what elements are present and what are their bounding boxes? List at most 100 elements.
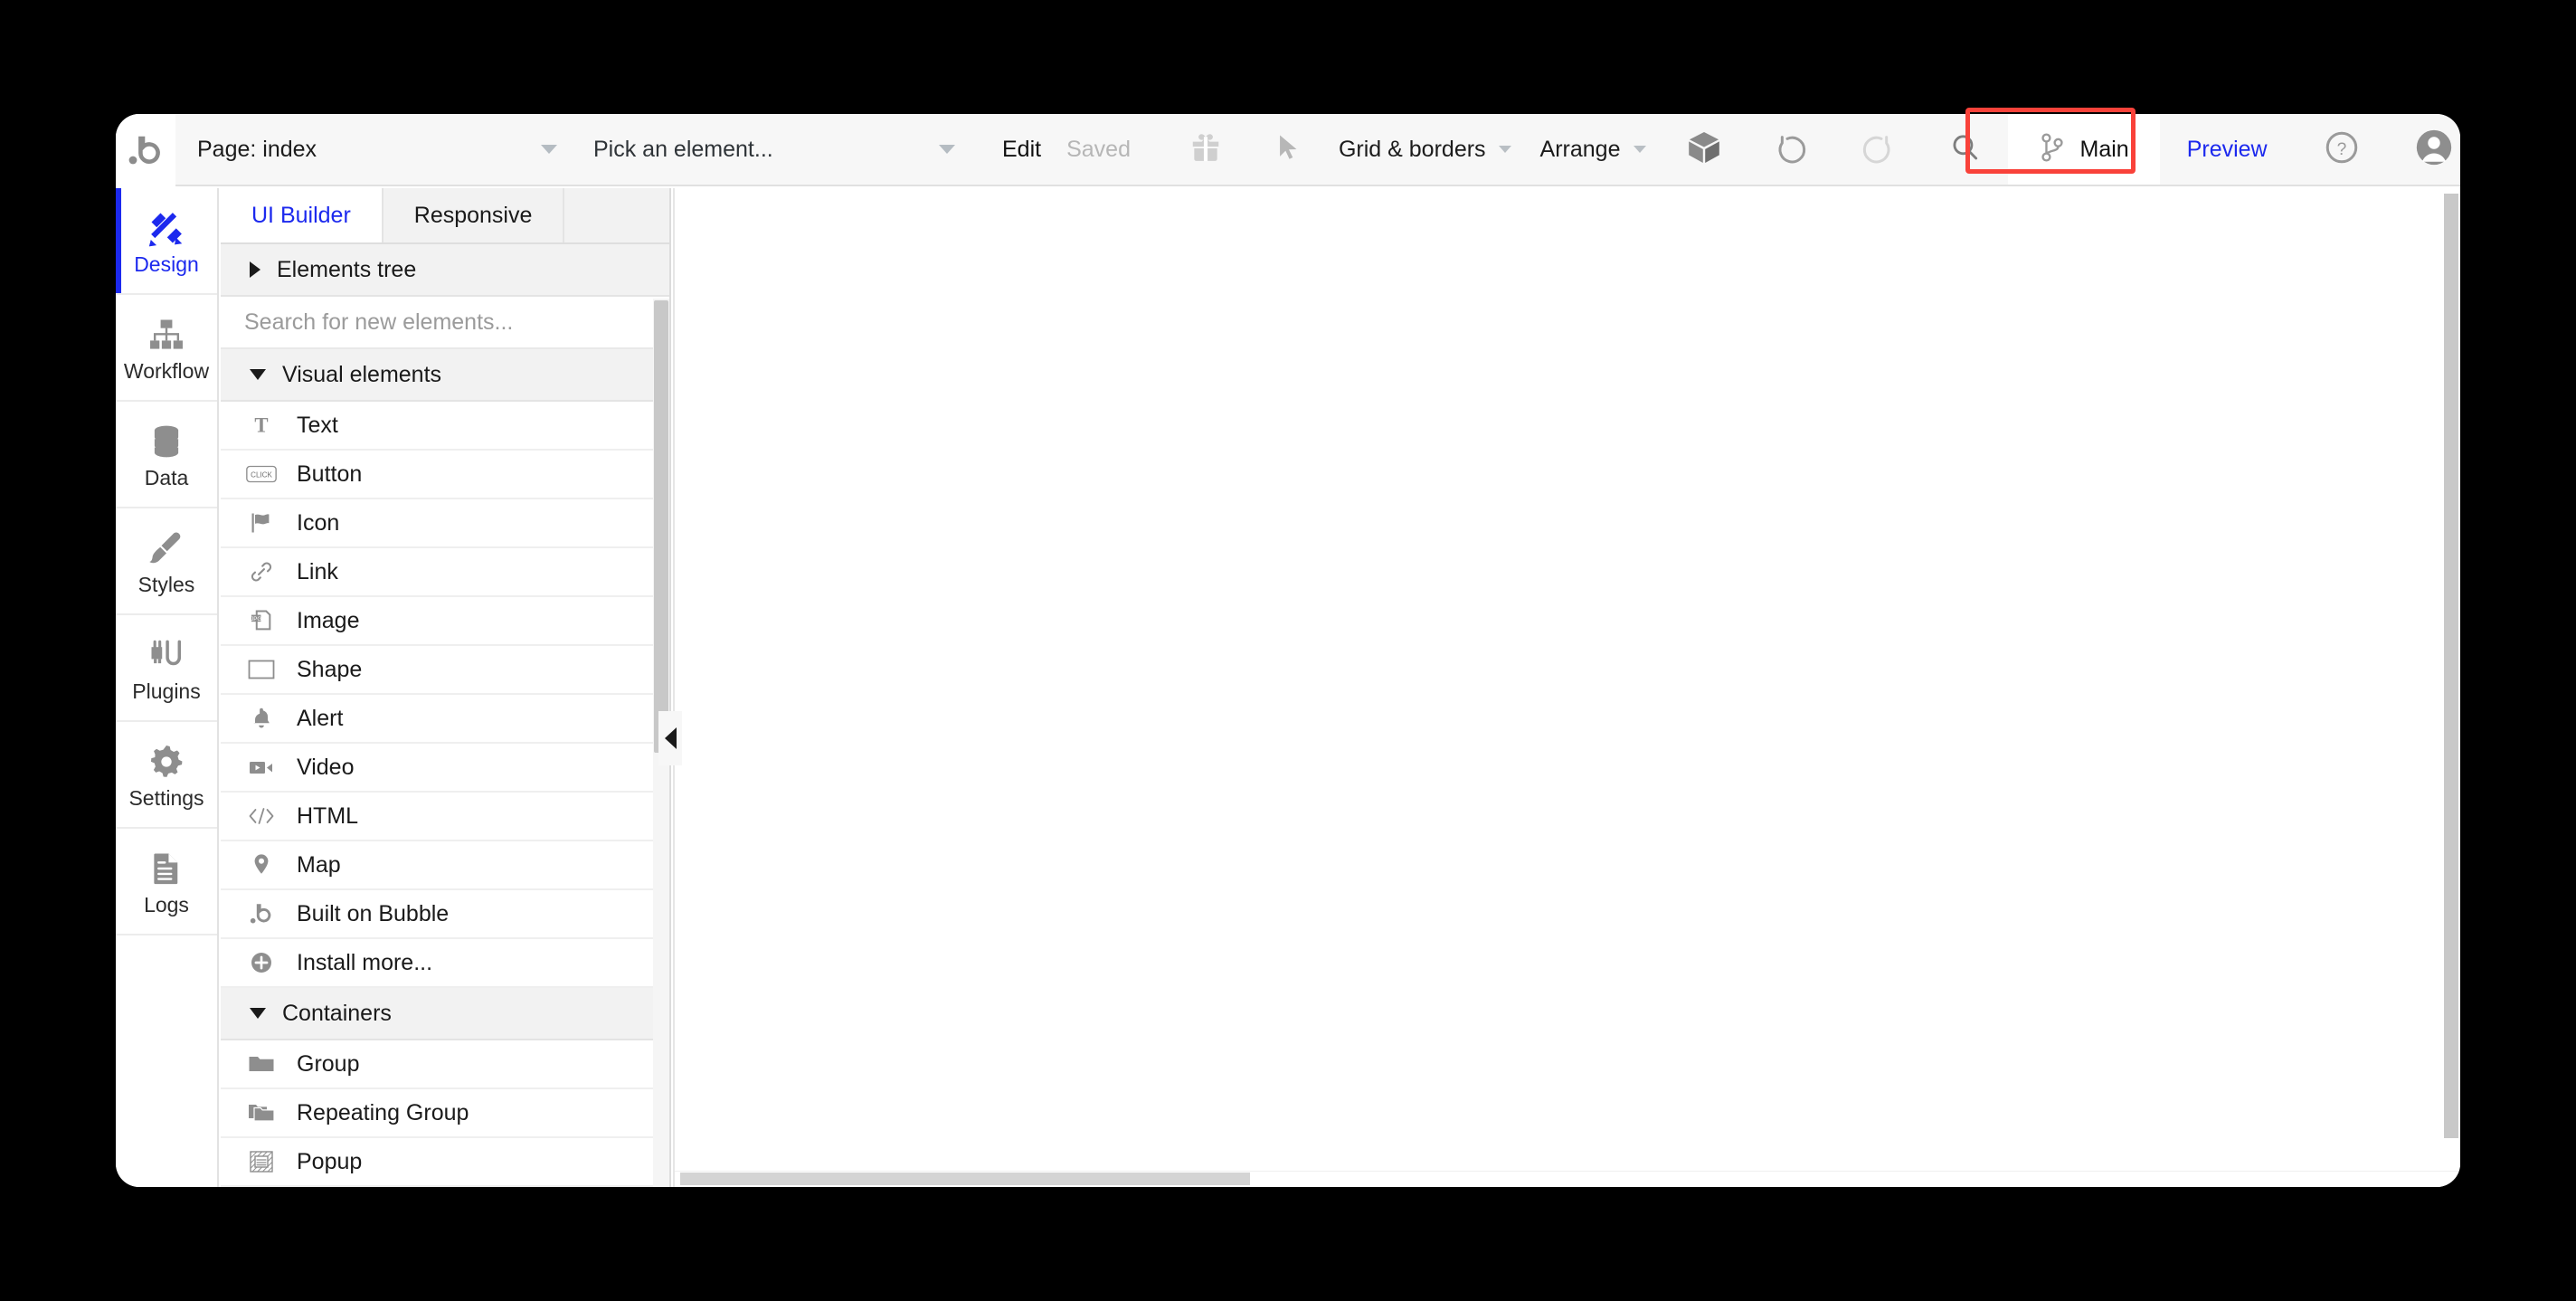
popup-hatched-icon <box>246 1146 277 1177</box>
map-pin-icon <box>246 850 277 880</box>
element-item-image[interactable]: JPG Image <box>221 597 669 646</box>
search-input[interactable] <box>244 309 646 336</box>
element-label: Map <box>297 851 341 878</box>
element-item-popup[interactable]: Popup <box>221 1138 669 1187</box>
element-item-map[interactable]: Map <box>221 841 669 890</box>
visual-elements-label: Visual elements <box>282 361 442 387</box>
image-jpg-icon: JPG <box>246 605 277 636</box>
plug-icon <box>147 634 186 676</box>
chevron-down-icon <box>1498 146 1511 153</box>
element-label: HTML <box>297 802 359 829</box>
video-camera-icon <box>246 752 277 783</box>
element-picker[interactable]: Pick an element... <box>573 114 971 185</box>
rail-item-design[interactable]: Design <box>116 188 217 295</box>
element-label: Install more... <box>297 949 433 975</box>
element-item-text[interactable]: T Text <box>221 402 669 451</box>
triangle-left-icon <box>664 727 677 749</box>
search-icon <box>1947 130 1982 169</box>
left-nav-rail: Design Workflow Data Styles Plugins Sett… <box>116 188 219 1187</box>
rail-item-styles[interactable]: Styles <box>116 508 217 615</box>
avatar[interactable] <box>2389 114 2460 185</box>
undo-icon <box>1773 129 1809 170</box>
rail-item-workflow[interactable]: Workflow <box>116 295 217 402</box>
canvas-page-surface[interactable] <box>675 188 2442 1171</box>
flag-icon <box>246 508 277 538</box>
canvas-vertical-scrollbar-thumb[interactable] <box>2444 194 2458 1138</box>
element-item-icon[interactable]: Icon <box>221 499 669 548</box>
element-label: Alert <box>297 705 344 731</box>
search-button[interactable] <box>1921 114 2008 185</box>
elements-tree-label: Elements tree <box>277 256 417 282</box>
page-selector[interactable]: Page: index <box>175 114 573 185</box>
document-lines-icon <box>147 848 185 889</box>
triangle-right-icon <box>250 261 260 278</box>
branch-main-button[interactable]: Main <box>2007 114 2160 185</box>
element-item-alert[interactable]: Alert <box>221 695 669 744</box>
collapse-panel-button[interactable] <box>658 711 682 765</box>
visual-elements-header[interactable]: Visual elements <box>221 349 669 402</box>
design-pencil-ruler-icon <box>146 207 187 249</box>
rail-item-settings[interactable]: Settings <box>116 722 217 829</box>
arrange-label: Arrange <box>1539 136 1621 162</box>
panel-scrollbar-thumb[interactable] <box>654 300 668 753</box>
undo-button[interactable] <box>1747 114 1834 185</box>
element-item-html[interactable]: HTML <box>221 793 669 841</box>
select-tool-button[interactable] <box>1254 114 1324 185</box>
element-label: Image <box>297 607 360 633</box>
grid-borders-menu[interactable]: Grid & borders <box>1324 114 1526 185</box>
code-brackets-icon <box>246 801 277 831</box>
arrange-menu[interactable]: Arrange <box>1526 114 1661 185</box>
grid-borders-label: Grid & borders <box>1338 136 1486 162</box>
element-item-built-on-bubble[interactable]: Built on Bubble <box>221 890 669 939</box>
workflow-hierarchy-icon <box>147 314 186 356</box>
help-button[interactable]: ? <box>2295 114 2389 185</box>
question-circle-icon: ? <box>2323 128 2361 171</box>
canvas-horizontal-scrollbar-track[interactable] <box>675 1171 2460 1187</box>
bubble-logo[interactable] <box>116 114 175 186</box>
rail-label: Plugins <box>132 679 201 703</box>
bubble-dot-b-icon <box>246 898 277 929</box>
canvas-vertical-scrollbar-track[interactable] <box>2442 188 2460 1171</box>
saved-status: Saved <box>1066 136 1131 162</box>
search-new-elements-row <box>221 297 669 349</box>
rail-label: Data <box>144 465 189 489</box>
element-item-video[interactable]: Video <box>221 744 669 793</box>
redo-icon <box>1860 129 1896 170</box>
chevron-down-icon <box>541 145 557 154</box>
rail-label: Settings <box>128 785 204 810</box>
redo-button[interactable] <box>1834 114 1921 185</box>
gift-button[interactable] <box>1158 114 1254 185</box>
rail-item-plugins[interactable]: Plugins <box>116 615 217 722</box>
element-label: Icon <box>297 509 340 536</box>
element-label: Popup <box>297 1148 363 1174</box>
containers-header[interactable]: Containers <box>221 988 669 1040</box>
element-item-button[interactable]: CLICK Button <box>221 451 669 499</box>
bubble-editor-window: Page: index Pick an element... Edit Save… <box>116 114 2460 1187</box>
elements-tree-header[interactable]: Elements tree <box>221 244 669 297</box>
tab-ui-builder[interactable]: UI Builder <box>221 188 384 242</box>
panel-tabs: UI Builder Responsive <box>221 188 669 244</box>
element-label: Built on Bubble <box>297 900 450 926</box>
element-label: Link <box>297 558 338 584</box>
tab-responsive[interactable]: Responsive <box>384 188 565 242</box>
element-item-repeating-group[interactable]: Repeating Group <box>221 1089 669 1138</box>
rail-label: Design <box>134 252 199 276</box>
element-item-group[interactable]: Group <box>221 1040 669 1089</box>
rail-item-logs[interactable]: Logs <box>116 829 217 935</box>
link-chain-icon <box>246 556 277 587</box>
canvas-horizontal-scrollbar-thumb[interactable] <box>680 1173 1250 1185</box>
branch-git-icon <box>2039 132 2066 167</box>
element-item-shape[interactable]: Shape <box>221 646 669 695</box>
rail-item-data[interactable]: Data <box>116 402 217 508</box>
plus-circle-icon <box>246 947 277 978</box>
preview-button[interactable]: Preview <box>2160 114 2295 185</box>
3d-view-button[interactable] <box>1661 114 1747 185</box>
edit-button[interactable]: Edit <box>1002 137 1041 163</box>
element-item-install-more[interactable]: Install more... <box>221 939 669 988</box>
rectangle-shape-icon <box>246 654 277 685</box>
element-label: Video <box>297 754 355 780</box>
element-item-link[interactable]: Link <box>221 548 669 597</box>
containers-label: Containers <box>282 1000 392 1026</box>
svg-text:CLICK: CLICK <box>251 470 272 479</box>
design-canvas-area[interactable] <box>673 188 2460 1187</box>
